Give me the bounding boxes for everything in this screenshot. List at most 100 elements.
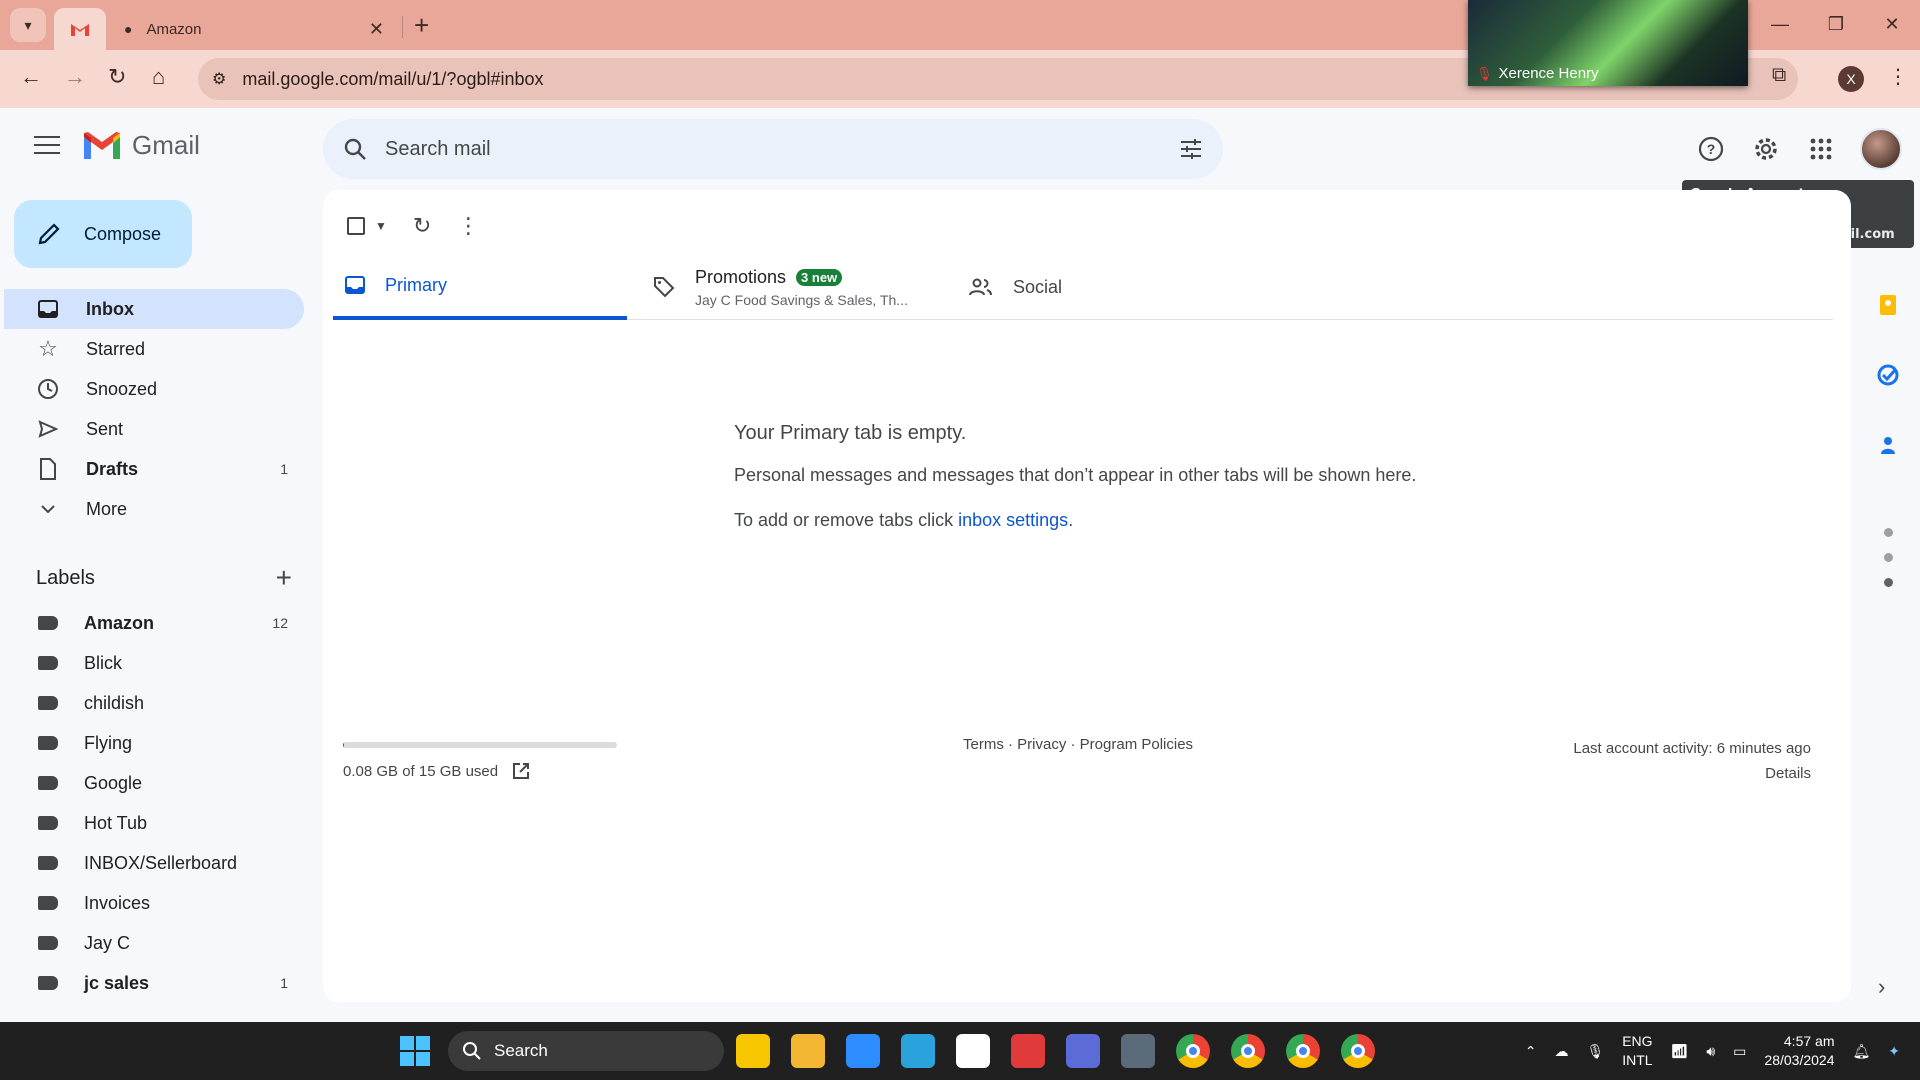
label-icon (38, 776, 58, 790)
label-item-hot-tub[interactable]: Hot Tub (0, 803, 304, 843)
browser-menu-icon[interactable]: ⋮ (1888, 64, 1908, 89)
side-panel-rail (1868, 270, 1908, 480)
apps-grid-icon[interactable] (1806, 134, 1836, 164)
help-icon[interactable]: ? (1696, 134, 1726, 164)
telegram-icon[interactable] (901, 1034, 935, 1068)
sidebar-item-starred[interactable]: ☆ Starred (0, 329, 304, 369)
promotions-label: Promotions (695, 266, 787, 287)
onedrive-icon[interactable]: ☁ (1554, 1043, 1568, 1060)
microphone-icon[interactable]: 🎙︎ (1586, 1043, 1604, 1060)
sticky-notes-icon[interactable] (736, 1034, 770, 1068)
windows-start-icon[interactable] (400, 1036, 430, 1066)
inbox-icon (345, 276, 365, 294)
chevron-up-icon[interactable]: ⌃ (1525, 1043, 1537, 1060)
main-menu-icon[interactable] (34, 136, 60, 156)
amazon-favicon-icon: ● (124, 21, 133, 37)
tab-gmail[interactable] (54, 8, 106, 50)
chrome-icon[interactable] (1286, 1034, 1320, 1068)
label-item-google[interactable]: Google (0, 763, 304, 803)
tab-search-button[interactable]: ▾ (10, 8, 46, 42)
volume-icon[interactable]: 🔊︎ (1706, 1043, 1715, 1060)
label-item-amazon[interactable]: Amazon 12 (0, 603, 304, 643)
sidebar-item-sent[interactable]: Sent (0, 409, 304, 449)
account-avatar[interactable] (1860, 128, 1902, 170)
more-options-icon[interactable]: ⋮ (457, 213, 479, 239)
search-input[interactable]: Search mail (323, 119, 1223, 179)
label-item-jc-sales[interactable]: jc sales 1 (0, 963, 304, 1003)
windows-taskbar: Search ⌃ ☁ 🎙︎ ENG INTL 📶︎ 🔊︎ ▭ 4:57 am 2… (0, 1022, 1920, 1080)
sidebar-item-drafts[interactable]: Drafts 1 (0, 449, 304, 489)
chrome-icon[interactable] (1341, 1034, 1375, 1068)
snipping-tool-icon[interactable] (1066, 1034, 1100, 1068)
language-indicator[interactable]: ENG INTL (1622, 1032, 1652, 1070)
label-item-inbox-sellerboard[interactable]: INBOX/Sellerboard (0, 843, 304, 883)
inbox-category-tabs: Primary Promotions 3 new Jay C Food Savi… (333, 254, 1833, 320)
label-icon (38, 656, 58, 670)
tab-primary[interactable]: Primary (333, 254, 627, 320)
keep-icon[interactable] (1868, 270, 1908, 340)
label-item-blick[interactable]: Blick (0, 643, 304, 683)
people-icon (969, 278, 992, 296)
file-explorer-icon[interactable] (791, 1034, 825, 1068)
label-item-jay-c[interactable]: Jay C (0, 923, 304, 963)
forward-icon[interactable]: → (64, 64, 86, 90)
tab-promotions[interactable]: Promotions 3 new Jay C Food Savings & Sa… (653, 254, 913, 320)
external-link-icon[interactable] (512, 762, 530, 780)
close-window-icon[interactable]: ✕ (1864, 0, 1920, 50)
add-label-icon[interactable]: + (276, 562, 292, 594)
extensions-icon[interactable]: ⧉ (1772, 64, 1786, 87)
search-options-icon[interactable] (1179, 137, 1203, 161)
search-placeholder: Search mail (385, 137, 491, 160)
contacts-icon[interactable] (1868, 410, 1908, 480)
empty-title: Your Primary tab is empty. (734, 422, 967, 444)
site-info-icon[interactable]: ⚙ (212, 69, 226, 89)
video-call-overlay[interactable]: 🎙︎ Xerence Henry (1468, 0, 1748, 86)
refresh-icon[interactable]: ↻ (413, 213, 431, 239)
minimize-icon[interactable]: — (1752, 0, 1808, 50)
zoom-icon[interactable] (846, 1034, 880, 1068)
chrome-icon[interactable] (1231, 1034, 1265, 1068)
sidebar-item-inbox[interactable]: Inbox (4, 289, 304, 329)
profile-avatar[interactable]: X (1838, 66, 1864, 92)
notifications-bell-icon[interactable]: 🔔︎ (1852, 1043, 1870, 1060)
inbox-settings-link[interactable]: inbox settings (958, 510, 1068, 530)
calculator-icon[interactable] (1121, 1034, 1155, 1068)
gmail-header: Gmail Search mail ? (0, 108, 1920, 190)
tasks-icon[interactable] (1868, 340, 1908, 410)
gmail-icon (71, 24, 89, 36)
settings-gear-icon[interactable] (1751, 134, 1781, 164)
select-all-checkbox[interactable]: ▼ (347, 217, 387, 235)
tab-title: Amazon (146, 20, 202, 38)
chrome-center (1186, 1044, 1200, 1058)
tab-amazon[interactable]: ● Amazon ✕ (114, 8, 394, 50)
wifi-icon[interactable]: 📶︎ (1671, 1043, 1689, 1060)
label-item-flying[interactable]: Flying (0, 723, 304, 763)
sidebar-item-snoozed[interactable]: Snoozed (0, 369, 304, 409)
search-icon[interactable] (343, 137, 367, 161)
copilot-icon[interactable]: ✦ (1888, 1043, 1900, 1060)
chrome-icon[interactable] (1176, 1034, 1210, 1068)
home-icon[interactable]: ⌂ (152, 64, 165, 90)
battery-icon[interactable]: ▭ (1733, 1043, 1746, 1060)
label-item-invoices[interactable]: Invoices (0, 883, 304, 923)
davinci-icon[interactable] (1011, 1034, 1045, 1068)
clock[interactable]: 4:57 am 28/03/2024 (1764, 1032, 1834, 1070)
compose-button[interactable]: Compose (14, 200, 192, 268)
restore-icon[interactable]: ❐ (1808, 0, 1864, 50)
footer-links[interactable]: Terms · Privacy · Program Policies (963, 736, 1193, 753)
back-icon[interactable]: ← (20, 64, 42, 90)
details-link[interactable]: Details (1573, 761, 1811, 786)
show-side-panel-icon[interactable]: › (1878, 974, 1885, 1000)
sidebar-item-more[interactable]: More (0, 489, 304, 529)
new-tab-button[interactable]: + (414, 10, 429, 41)
close-tab-icon[interactable]: ✕ (369, 19, 384, 40)
label-item-childish[interactable]: childish (0, 683, 304, 723)
taskbar-search[interactable]: Search (448, 1031, 724, 1071)
star-icon: ☆ (38, 336, 58, 361)
slack-icon[interactable] (956, 1034, 990, 1068)
gmail-logo[interactable]: Gmail (82, 130, 200, 161)
tab-social[interactable]: Social (969, 254, 1062, 320)
video-participant: 🎙︎ Xerence Henry (1476, 65, 1599, 82)
checkbox-icon (347, 217, 365, 235)
reload-icon[interactable]: ↻ (108, 64, 126, 90)
